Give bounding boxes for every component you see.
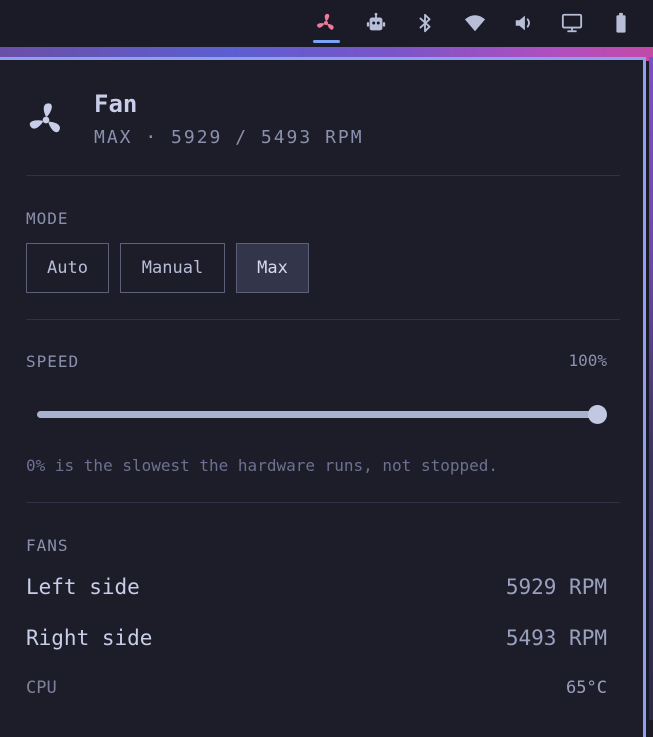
speed-slider-fill xyxy=(37,411,597,418)
fans-label: FANS xyxy=(26,536,69,555)
mode-max-button[interactable]: Max xyxy=(236,243,309,293)
top-bar xyxy=(0,0,653,48)
fan-tray-icon[interactable] xyxy=(312,9,340,37)
robot-icon xyxy=(366,12,386,31)
cpu-temp: 65°C xyxy=(566,678,607,698)
cpu-label: CPU xyxy=(26,678,57,698)
fan-rpm-left: 5929 RPM xyxy=(505,575,607,599)
panel-title: Fan xyxy=(94,90,138,118)
speed-label: SPEED xyxy=(26,352,80,371)
wifi-icon xyxy=(464,15,486,32)
fan-name-right: Right side xyxy=(26,626,153,650)
fan-icon xyxy=(317,13,334,30)
fan-icon xyxy=(29,103,60,133)
divider xyxy=(26,175,620,176)
volume-icon xyxy=(515,15,530,31)
battery-icon xyxy=(616,12,626,33)
mode-label: MODE xyxy=(26,209,69,228)
active-tray-indicator xyxy=(313,40,340,43)
divider xyxy=(26,319,620,320)
bluetooth-icon xyxy=(419,13,431,33)
volume-tray-icon[interactable] xyxy=(510,9,538,37)
fan-rpm-right: 5493 RPM xyxy=(505,626,607,650)
display-tray-icon[interactable] xyxy=(558,9,586,37)
fan-panel: Fan MAX · 5929 / 5493 RPM MODE Auto Manu… xyxy=(0,57,646,737)
display-icon xyxy=(561,13,583,33)
speed-slider-thumb[interactable] xyxy=(587,405,607,424)
mode-manual-button[interactable]: Manual xyxy=(120,243,225,293)
panel-subtitle: MAX · 5929 / 5493 RPM xyxy=(94,127,364,148)
bluetooth-tray-icon[interactable] xyxy=(411,9,439,37)
wallpaper-edge xyxy=(649,57,653,720)
divider xyxy=(26,502,620,503)
wifi-tray-icon[interactable] xyxy=(461,9,489,37)
speed-hint: 0% is the slowest the hardware runs, not… xyxy=(26,456,499,475)
speed-slider-track[interactable] xyxy=(37,411,597,418)
battery-tray-icon[interactable] xyxy=(607,9,635,37)
robot-tray-icon[interactable] xyxy=(362,9,390,37)
mode-auto-button[interactable]: Auto xyxy=(26,243,109,293)
fan-name-left: Left side xyxy=(26,575,140,599)
speed-value: 100% xyxy=(568,351,607,370)
